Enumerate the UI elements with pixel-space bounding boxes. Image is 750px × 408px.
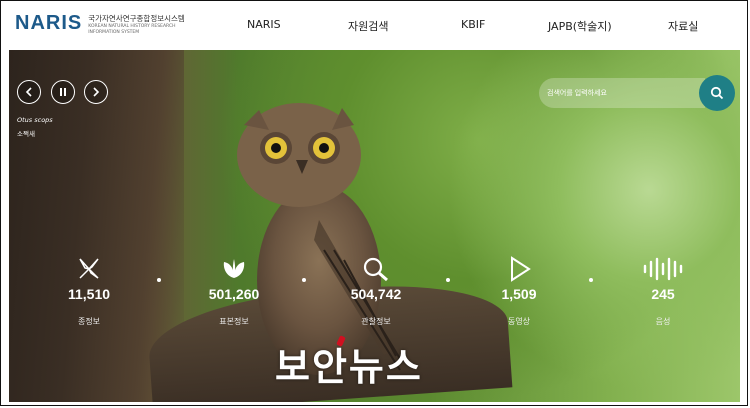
search-icon [710,86,724,100]
stat-value: 501,260 [208,286,260,302]
stat-value: 504,742 [350,286,402,302]
nav-item-naris[interactable]: NARIS [247,18,281,31]
prev-icon [25,87,32,97]
stat-species[interactable]: 11,510 종정보 [39,256,139,327]
stat-label: 동영상 [507,317,531,326]
nav-item-kbif[interactable]: KBIF [461,18,485,31]
main-nav: NARIS 자원검색 KBIF JAPB(학술지) 자료실 [1,18,747,36]
search-button[interactable] [699,75,735,111]
sound-wave-icon [643,257,683,281]
separator-dot [302,278,306,282]
stat-specimen[interactable]: 501,260 표본정보 [184,256,284,327]
next-slide-button[interactable] [84,80,108,104]
next-icon [93,87,100,97]
nav-item-resource-search[interactable]: 자원검색 [348,18,388,34]
stat-label: 음성 [655,317,671,326]
stat-observation[interactable]: 504,742 관찰정보 [326,256,426,327]
news-watermark: 보안뉴스 [275,345,423,389]
stat-video[interactable]: 1,509 동영상 [469,256,569,327]
play-icon [511,256,531,282]
stat-value: 11,510 [67,286,111,302]
stat-label: 관찰정보 [361,317,391,326]
pause-icon [60,88,66,96]
separator-dot [446,278,450,282]
stat-label: 종정보 [77,317,101,326]
nav-item-archive[interactable]: 자료실 [668,18,698,34]
search-bar [539,75,735,111]
stat-label: 표본정보 [219,317,249,326]
separator-dot [589,278,593,282]
site-header: NARIS 국가자연사연구종합정보시스템 Korean Natural Hist… [1,1,747,49]
stat-audio[interactable]: 245 음성 [613,256,713,327]
specimen-leaf-icon [223,259,245,278]
magnifier-icon [363,257,388,282]
species-caption: Otus scops 소쩍새 [17,116,53,138]
separator-dot [157,278,161,282]
species-icon [79,258,99,279]
prev-slide-button[interactable] [17,80,41,104]
species-korean-name: 소쩍새 [17,130,35,138]
stat-value: 245 [651,286,675,302]
pause-slide-button[interactable] [51,80,75,104]
search-input[interactable] [539,78,705,108]
nav-item-japb[interactable]: JAPB(학술지) [548,18,612,34]
stat-value: 1,509 [501,286,537,302]
species-scientific-name: Otus scops [17,116,53,124]
